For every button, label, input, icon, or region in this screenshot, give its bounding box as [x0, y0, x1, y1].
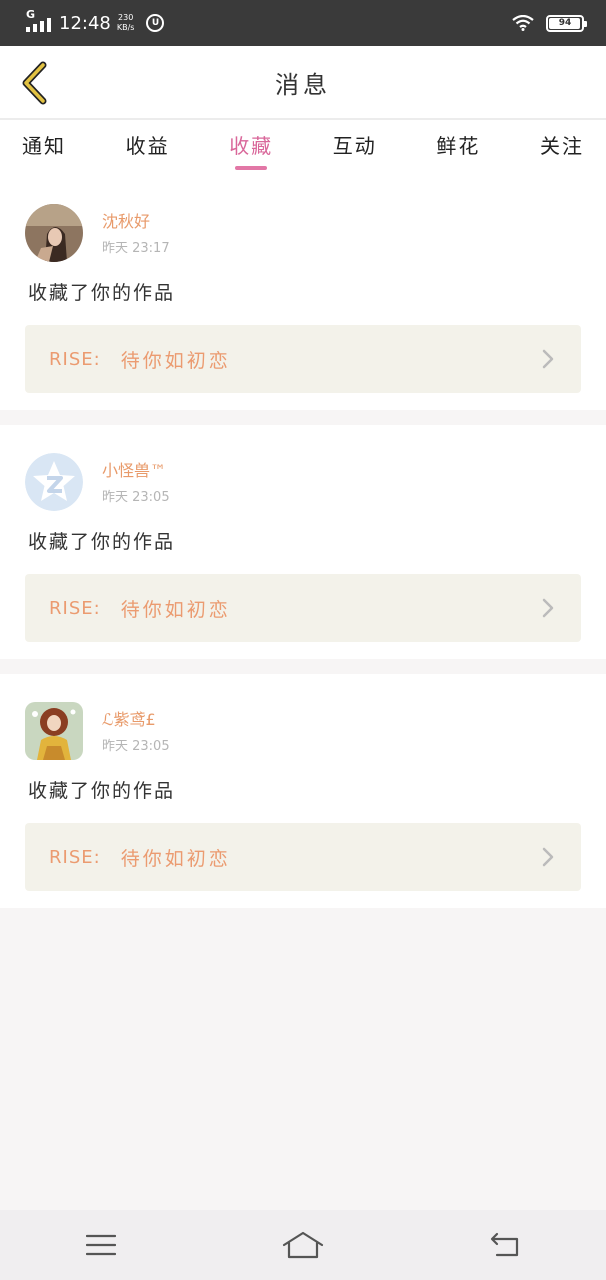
network-type: G [26, 8, 36, 21]
system-nav-bar [0, 1210, 606, 1280]
message-card: ℒ紫鸢£ 昨天 23:05 收藏了你的作品 RISE: 待你如初恋 [0, 674, 606, 908]
back-button[interactable] [14, 60, 54, 106]
work-title: 待你如初恋 [120, 847, 231, 870]
chevron-right-icon [542, 349, 554, 369]
message-list: 沈秋好 昨天 23:17 收藏了你的作品 RISE: 待你如初恋 小怪兽™ 昨天… [0, 176, 606, 923]
menu-button[interactable] [71, 1220, 131, 1270]
message-card: 小怪兽™ 昨天 23:05 收藏了你的作品 RISE: 待你如初恋 [0, 425, 606, 659]
speed-unit: KB/s [116, 23, 135, 32]
home-button[interactable] [273, 1220, 333, 1270]
home-icon [282, 1231, 324, 1259]
work-title: 待你如初恋 [120, 349, 231, 372]
menu-icon [86, 1234, 116, 1256]
chevron-right-icon [542, 598, 554, 618]
tab-label: 收藏 [229, 134, 274, 158]
message-time: 昨天 23:05 [102, 739, 170, 754]
active-tab-indicator [235, 166, 268, 170]
work-link[interactable]: RISE: 待你如初恋 [25, 823, 581, 891]
page-title: 消息 [275, 70, 331, 99]
tab-notifications[interactable]: 通知 [22, 120, 66, 176]
tab-label: 互动 [332, 134, 377, 158]
work-label: RISE: [49, 348, 101, 370]
tab-label: 通知 [22, 134, 66, 158]
tab-favorites[interactable]: 收藏 [229, 120, 273, 176]
status-bar: G 12:48 230 KB/s U 94 [0, 0, 606, 46]
status-time: 12:48 [59, 12, 111, 34]
tab-follow[interactable]: 关注 [540, 120, 584, 176]
username[interactable]: 小怪兽™ [102, 457, 166, 481]
tab-label: 鲜花 [436, 134, 481, 158]
return-icon [490, 1232, 519, 1257]
speed-value: 230 [118, 13, 134, 22]
battery-icon: 94 [546, 14, 587, 32]
notification-badge-icon: U [146, 14, 165, 32]
tab-label: 收益 [125, 134, 170, 158]
avatar[interactable] [25, 204, 83, 262]
message-action: 收藏了你的作品 [28, 780, 176, 802]
work-label: RISE: [49, 846, 101, 868]
avatar[interactable] [25, 702, 83, 760]
username[interactable]: ℒ紫鸢£ [102, 706, 156, 730]
chevron-right-icon [542, 847, 554, 867]
battery-level: 94 [558, 18, 572, 28]
signal-icon: G [26, 8, 51, 32]
tab-interaction[interactable]: 互动 [333, 120, 377, 176]
work-title: 待你如初恋 [120, 598, 231, 621]
tab-bar: 通知 收益 收藏 互动 鲜花 关注 [0, 120, 606, 176]
network-speed: 230 KB/s [117, 13, 135, 33]
tab-label: 关注 [539, 134, 584, 158]
username[interactable]: 沈秋好 [102, 208, 150, 232]
message-action: 收藏了你的作品 [28, 531, 176, 553]
return-button[interactable] [475, 1220, 535, 1270]
message-card: 沈秋好 昨天 23:17 收藏了你的作品 RISE: 待你如初恋 [0, 176, 606, 410]
work-link[interactable]: RISE: 待你如初恋 [25, 574, 581, 642]
avatar[interactable] [25, 453, 83, 511]
tab-flowers[interactable]: 鲜花 [436, 120, 480, 176]
work-label: RISE: [49, 597, 101, 619]
tab-earnings[interactable]: 收益 [126, 120, 170, 176]
message-action: 收藏了你的作品 [28, 282, 176, 304]
wifi-icon [512, 15, 534, 31]
message-time: 昨天 23:05 [102, 490, 170, 505]
message-time: 昨天 23:17 [102, 241, 170, 256]
header: 消息 [0, 46, 606, 120]
chevron-left-icon [22, 61, 47, 105]
work-link[interactable]: RISE: 待你如初恋 [25, 325, 581, 393]
